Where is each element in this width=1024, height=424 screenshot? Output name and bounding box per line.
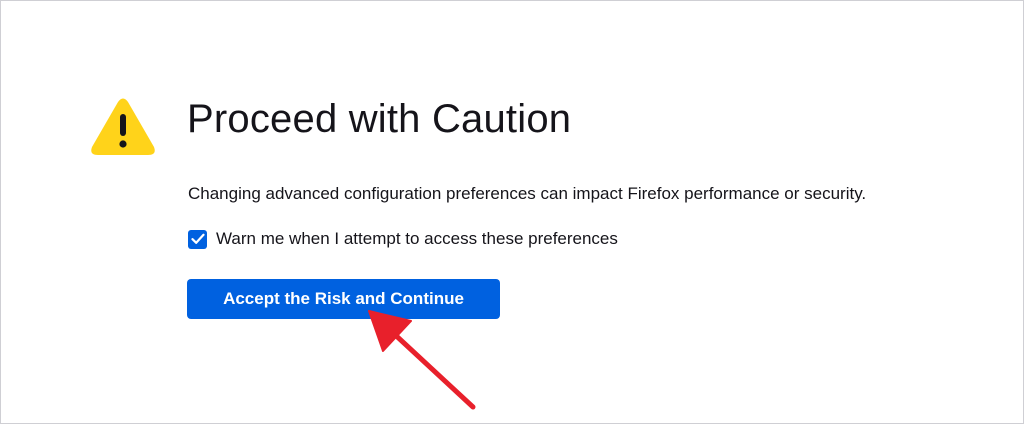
warn-checkbox[interactable]: [188, 229, 207, 249]
warn-preference-checkbox-row[interactable]: Warn me when I attempt to access these p…: [188, 229, 618, 249]
page-title: Proceed with Caution: [187, 97, 572, 141]
red-arrow-annotation: [368, 310, 476, 410]
about-config-warning-page: Proceed with Caution Changing advanced c…: [0, 0, 1024, 424]
warning-triangle-icon: [91, 98, 155, 155]
checkmark-icon: [190, 233, 205, 244]
warning-description: Changing advanced configuration preferen…: [188, 184, 867, 203]
warn-checkbox-label: Warn me when I attempt to access these p…: [216, 229, 618, 248]
